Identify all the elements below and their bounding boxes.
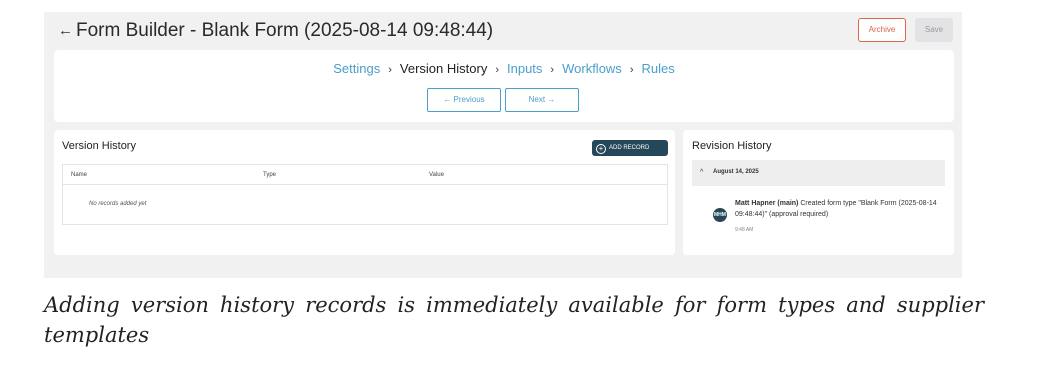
save-button[interactable]: Save bbox=[915, 18, 953, 42]
previous-button[interactable]: ← Previous bbox=[427, 88, 501, 112]
app-screenshot: ← Form Builder - Blank Form (2025-08-14 … bbox=[44, 12, 962, 278]
page-header: ← Form Builder - Blank Form (2025-08-14 … bbox=[44, 12, 962, 50]
revision-group-date: August 14, 2025 bbox=[713, 169, 759, 175]
step-navigation: Settings › Version History › Inputs › Workflow… bbox=[54, 60, 954, 79]
step-separator-icon: › bbox=[495, 64, 499, 76]
revision-time: 9:48 AM bbox=[735, 227, 754, 233]
step-settings[interactable]: Settings bbox=[333, 61, 380, 76]
archive-button[interactable]: Archive bbox=[858, 18, 906, 42]
table-header: Name Type Value bbox=[63, 165, 667, 185]
add-record-button[interactable]: + ADD RECORD bbox=[592, 140, 668, 156]
version-history-table: Name Type Value No records added yet bbox=[62, 164, 668, 225]
column-header-name[interactable]: Name bbox=[71, 172, 87, 178]
step-rules[interactable]: Rules bbox=[641, 61, 674, 76]
revision-group-header[interactable]: ^ August 14, 2025 bbox=[692, 160, 945, 186]
steps-card: Settings › Version History › Inputs › Workflow… bbox=[54, 50, 954, 122]
chevron-up-icon: ^ bbox=[700, 169, 704, 176]
step-separator-icon: › bbox=[629, 64, 634, 76]
add-record-label: ADD RECORD bbox=[609, 145, 650, 151]
next-button[interactable]: Next → bbox=[505, 88, 579, 112]
step-version-history[interactable]: Version History bbox=[400, 61, 487, 76]
plus-circle-icon: + bbox=[596, 144, 606, 154]
step-separator-icon: › bbox=[550, 64, 555, 76]
version-history-card: Version History + ADD RECORD Name Type Va… bbox=[54, 130, 675, 255]
figure-caption: Adding version history records is immedi… bbox=[44, 293, 984, 347]
back-arrow-icon[interactable]: ← bbox=[58, 22, 73, 40]
page-title: Form Builder - Blank Form (2025-08-14 09… bbox=[76, 20, 494, 41]
column-header-value[interactable]: Value bbox=[429, 172, 444, 178]
revision-history-title: Revision History bbox=[692, 140, 772, 152]
revision-entry: Matt Hapner (main) Created form type "Bl… bbox=[735, 198, 945, 220]
empty-state-message: No records added yet bbox=[89, 201, 147, 207]
step-separator-icon: › bbox=[388, 64, 392, 76]
revision-history-card: Revision History ^ August 14, 2025 MHM M… bbox=[683, 130, 954, 255]
version-history-title: Version History bbox=[62, 140, 136, 152]
step-workflows[interactable]: Workflows bbox=[562, 61, 622, 76]
step-inputs[interactable]: Inputs bbox=[507, 61, 542, 76]
avatar: MHM bbox=[713, 208, 727, 222]
column-header-type[interactable]: Type bbox=[263, 172, 276, 178]
revision-user: Matt Hapner (main) bbox=[735, 200, 799, 207]
